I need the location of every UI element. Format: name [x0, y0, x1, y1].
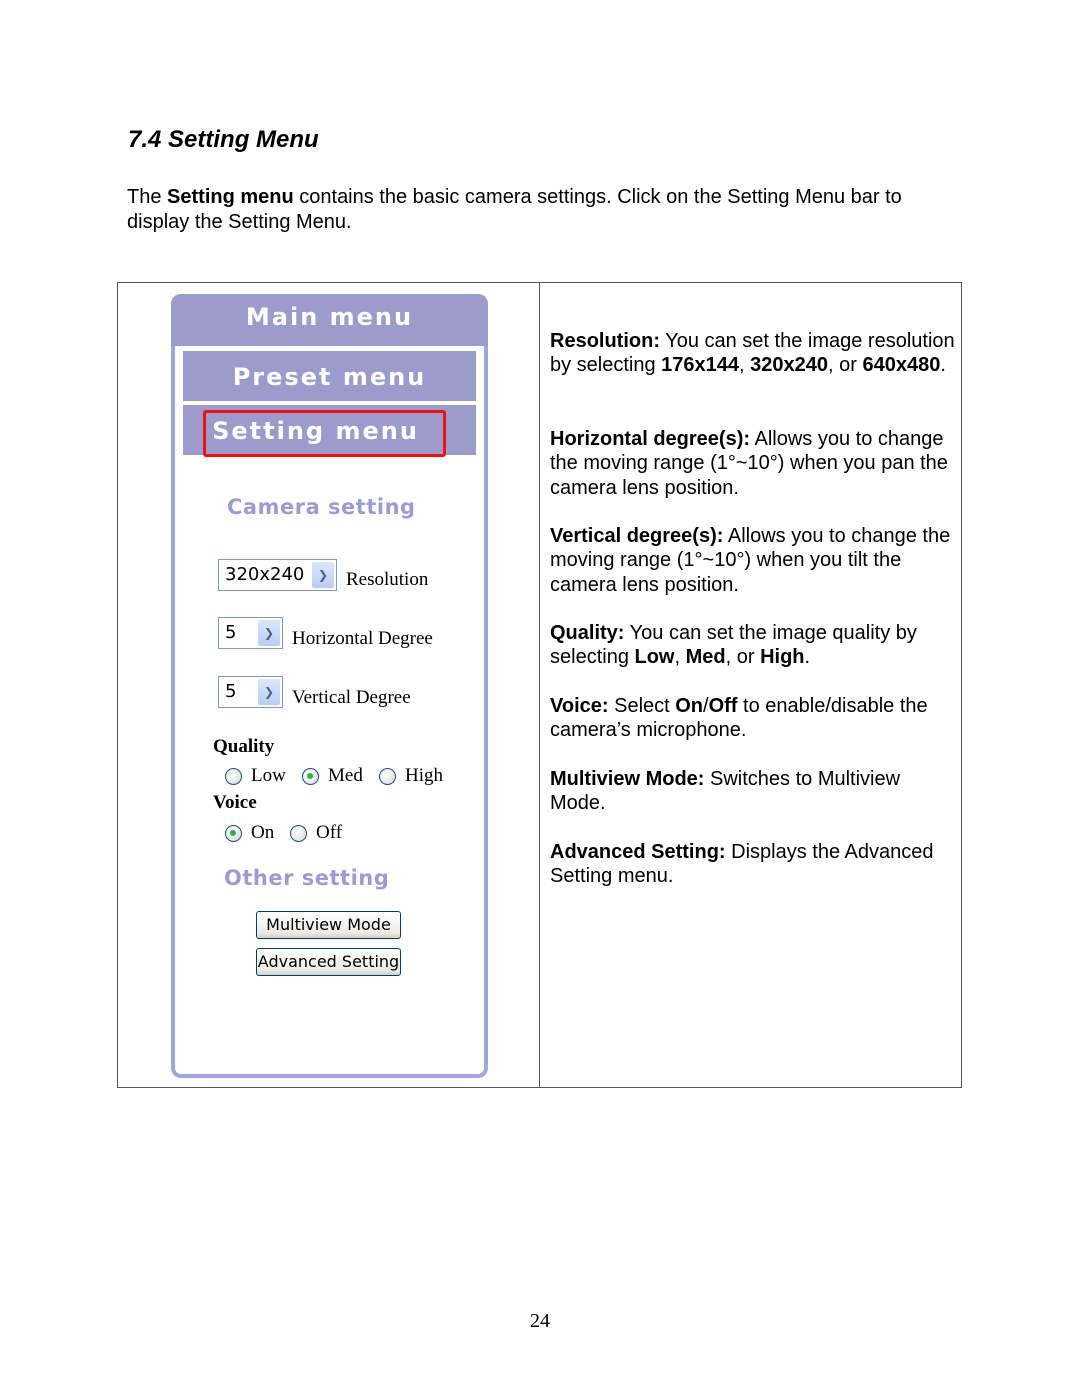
highlight-box [203, 410, 446, 457]
desc-term: Vertical degree(s): [550, 525, 724, 547]
desc-emphasis: On [675, 695, 704, 717]
chevron-down-icon[interactable]: ❯ [258, 620, 280, 646]
radio-label: Med [328, 765, 363, 786]
chevron-down-icon[interactable]: ❯ [258, 679, 280, 705]
desc-emphasis: 640x480 [862, 354, 941, 377]
desc-term: Horizontal degree(s): [550, 428, 751, 450]
desc-term: Advanced Setting: [550, 841, 726, 863]
quality-radio-med[interactable]: Med [302, 765, 363, 787]
radio-label: High [405, 765, 443, 786]
section-heading: 7.4 Setting Menu [128, 126, 319, 153]
preset-menu-bar[interactable]: Preset menu [183, 351, 476, 401]
desc-quality: Quality: You can set the image quality b… [550, 622, 917, 669]
advanced-setting-button[interactable]: Advanced Setting [256, 948, 401, 976]
desc-emphasis: Low [634, 646, 675, 669]
vertical-degree-value: 5 [225, 681, 237, 702]
resolution-label: Resolution [346, 569, 429, 590]
desc-horizontal-degree: Horizontal degree(s): Allows you to chan… [550, 428, 948, 499]
radio-label: Low [251, 765, 286, 786]
intro-bold: Setting menu [167, 186, 294, 208]
page-number: 24 [530, 1310, 550, 1332]
desc-term: Multiview Mode: [550, 768, 705, 790]
desc-term: Resolution: [550, 330, 660, 352]
preset-menu-label: Preset menu [232, 363, 427, 391]
quality-radio-low[interactable]: Low [225, 765, 286, 787]
desc-emphasis: High [760, 646, 805, 669]
radio-selected-icon[interactable] [302, 767, 319, 785]
voice-radio-on[interactable]: On [225, 822, 274, 844]
desc-emphasis: Off [708, 695, 738, 717]
quality-radio-high[interactable]: High [379, 765, 443, 787]
desc-resolution: Resolution: You can set the image resolu… [550, 330, 955, 377]
desc-vertical-degree: Vertical degree(s): Allows you to change… [550, 525, 951, 596]
desc-multiview-mode: Multiview Mode: Switches to Multiview Mo… [550, 768, 901, 815]
chevron-down-icon[interactable]: ❯ [312, 562, 334, 588]
desc-voice: Voice: Select On/Off to enable/disable t… [550, 695, 928, 742]
resolution-value: 320x240 [225, 564, 305, 585]
desc-term: Quality: [550, 622, 625, 644]
radio-unselected-icon[interactable] [290, 824, 307, 842]
horizontal-degree-select[interactable]: 5 ❯ [218, 617, 283, 649]
main-menu-bar[interactable]: Main menu [171, 294, 488, 346]
camera-setting-title: Camera setting [227, 495, 416, 519]
main-menu-label: Main menu [245, 303, 414, 331]
resolution-select[interactable]: 320x240 ❯ [218, 559, 337, 591]
radio-label: Off [316, 822, 343, 843]
multiview-mode-button[interactable]: Multiview Mode [256, 911, 401, 939]
vertical-degree-label: Vertical Degree [292, 687, 411, 708]
desc-emphasis: 176x144 [661, 354, 740, 377]
desc-advanced-setting: Advanced Setting: Displays the Advanced … [550, 841, 934, 888]
horizontal-degree-value: 5 [225, 622, 237, 643]
radio-unselected-icon[interactable] [225, 767, 242, 785]
voice-radio-off[interactable]: Off [290, 822, 342, 844]
vertical-degree-select[interactable]: 5 ❯ [218, 676, 283, 708]
other-setting-title: Other setting [224, 866, 390, 890]
horizontal-degree-label: Horizontal Degree [292, 628, 433, 649]
radio-unselected-icon[interactable] [379, 767, 396, 785]
radio-selected-icon[interactable] [225, 824, 242, 842]
desc-emphasis: Med [685, 646, 726, 669]
desc-emphasis: 320x240 [750, 354, 829, 377]
intro-text: The [127, 186, 168, 208]
desc-term: Voice: [550, 695, 609, 717]
intro-paragraph: The Setting menu contains the basic came… [127, 185, 957, 235]
radio-label: On [251, 822, 275, 843]
quality-label: Quality [213, 736, 275, 757]
table-divider [539, 282, 540, 1088]
voice-label: Voice [213, 792, 257, 813]
